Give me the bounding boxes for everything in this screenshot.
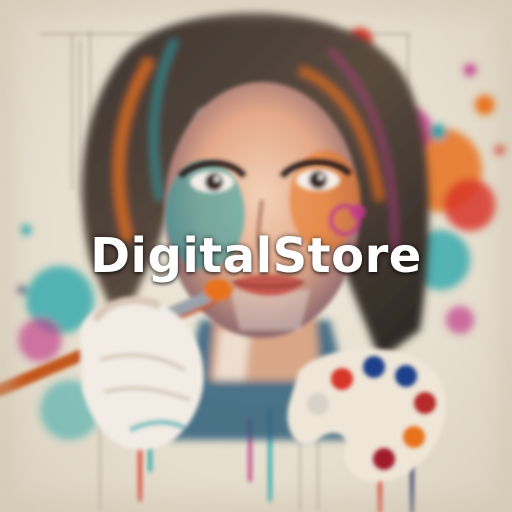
paint-palette	[287, 348, 446, 482]
brand-title: DigitalStore	[90, 228, 422, 284]
store-banner: DigitalStore	[0, 0, 512, 512]
